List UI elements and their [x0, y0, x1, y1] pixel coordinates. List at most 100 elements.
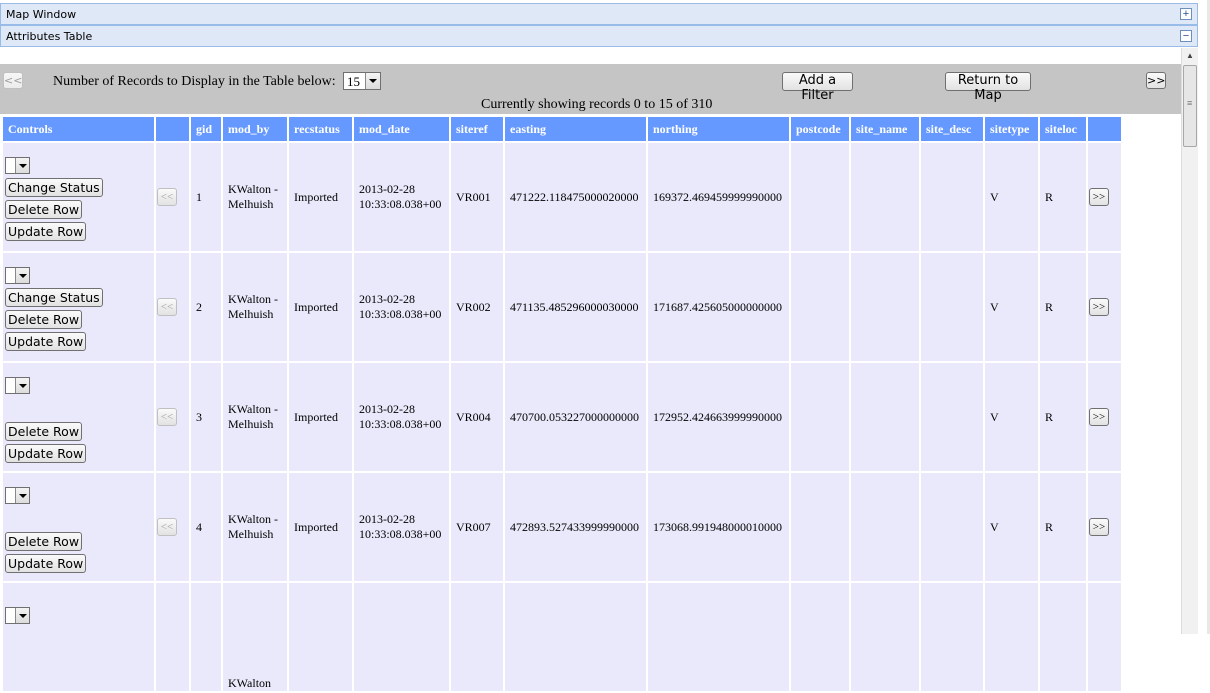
cell-easting: 470700.053227000000000 — [505, 363, 646, 471]
cell-recstatus: Imported — [289, 473, 352, 581]
attributes-table: Controls gid mod_by recstatus mod_date sitere… — [1, 115, 1123, 693]
cell-siteref: VR007 — [451, 473, 503, 581]
row-prev-cell: << — [156, 473, 189, 581]
cell-siteloc: R — [1040, 143, 1086, 251]
cell-siteref — [451, 583, 503, 691]
cell-site_name — [851, 253, 919, 361]
row-status-select[interactable] — [5, 487, 30, 504]
row-controls: Change Status Delete Row Update Row — [3, 253, 154, 361]
scrollbar-thumb[interactable]: ≡ — [1183, 65, 1197, 147]
row-prev-cell: << — [156, 143, 189, 251]
chevron-down-icon — [365, 73, 380, 89]
table-row: Change Status Delete Row Update Row << 2 KWal… — [3, 253, 1121, 361]
add-filter-button[interactable]: Add a Filter — [782, 72, 853, 103]
cell-sitetype: V — [985, 143, 1038, 251]
column-header: northing — [648, 117, 789, 141]
delete-row-button[interactable]: Delete Row — [5, 532, 83, 551]
row-status-select[interactable] — [5, 377, 30, 394]
cell-northing: 171687.425605000000000 — [648, 253, 789, 361]
cell-site_name — [851, 473, 919, 581]
cell-siteref: VR004 — [451, 363, 503, 471]
records-count-label: Number of Records to Display in the Tabl… — [53, 74, 336, 89]
column-header: easting — [505, 117, 646, 141]
cell-recstatus: Imported — [289, 143, 352, 251]
row-previous-button[interactable]: << — [157, 188, 177, 206]
cell-northing — [648, 583, 789, 691]
row-previous-button[interactable]: << — [157, 408, 177, 426]
cell-sitetype: V — [985, 363, 1038, 471]
records-per-page-select[interactable]: 15 — [343, 72, 381, 90]
minus-icon[interactable]: − — [1180, 30, 1192, 42]
cell-gid: 2 — [191, 253, 221, 361]
delete-row-button[interactable]: Delete Row — [5, 200, 83, 219]
chevron-down-icon — [15, 158, 29, 173]
change-status-button[interactable]: Change Status — [5, 288, 103, 307]
delete-row-button[interactable]: Delete Row — [5, 422, 83, 441]
row-status-select[interactable] — [5, 157, 30, 174]
table-header-row: Controls gid mod_by recstatus mod_date sitere… — [3, 117, 1121, 141]
column-header: gid — [191, 117, 221, 141]
update-row-button[interactable]: Update Row — [5, 222, 87, 241]
update-row-button[interactable]: Update Row — [5, 554, 87, 573]
cell-postcode — [791, 583, 849, 691]
cell-gid: 3 — [191, 363, 221, 471]
cell-recstatus: Imported — [289, 253, 352, 361]
chevron-down-icon — [15, 608, 29, 623]
cell-mod_by: KWalton - Melhuish — [223, 253, 287, 361]
plus-icon[interactable]: + — [1180, 8, 1192, 20]
map-window-panel-header[interactable]: Map Window + — [0, 3, 1198, 25]
cell-easting — [505, 583, 646, 691]
attributes-table-panel-header[interactable]: Attributes Table − — [0, 25, 1198, 47]
cell-site_desc — [921, 473, 983, 581]
row-next-button[interactable]: >> — [1089, 298, 1109, 316]
cell-mod_date: 2013-02-28 10:33:08.038+00 — [354, 253, 449, 361]
cell-gid: 4 — [191, 473, 221, 581]
cell-mod_date: 2013-02-28 10:33:08.038+00 — [354, 473, 449, 581]
column-header: mod_by — [223, 117, 287, 141]
row-previous-button[interactable]: << — [157, 518, 177, 536]
row-controls: Delete Row Update Row — [3, 363, 154, 471]
row-status-select[interactable] — [5, 267, 30, 284]
column-header: Controls — [3, 117, 154, 141]
cell-siteloc: R — [1040, 473, 1086, 581]
row-controls: Delete Row Update Row — [3, 473, 154, 581]
update-row-button[interactable]: Update Row — [5, 444, 87, 463]
column-header: siteref — [451, 117, 503, 141]
cell-site_desc — [921, 583, 983, 691]
row-next-cell: >> — [1088, 143, 1121, 251]
cell-sitetype: V — [985, 253, 1038, 361]
cell-site_desc — [921, 143, 983, 251]
table-row: Change Status Delete Row Update Row << 1 KWal… — [3, 143, 1121, 251]
cell-mod_by: KWalton - Melhuish — [223, 473, 287, 581]
cell-site_name — [851, 143, 919, 251]
row-next-button[interactable]: >> — [1089, 518, 1109, 536]
cell-mod_by: KWalton — [223, 583, 287, 691]
row-next-cell — [1088, 583, 1121, 691]
row-status-select[interactable] — [5, 607, 30, 624]
change-status-button[interactable]: Change Status — [5, 178, 103, 197]
delete-row-button[interactable]: Delete Row — [5, 310, 83, 329]
return-to-map-button[interactable]: Return to Map — [945, 72, 1031, 103]
previous-page-button[interactable]: << — [3, 72, 23, 89]
update-row-button[interactable]: Update Row — [5, 332, 87, 351]
row-controls: Change Status Delete Row Update Row — [3, 143, 154, 251]
cell-easting: 471135.485296000030000 — [505, 253, 646, 361]
cell-mod_date: 2013-02-28 10:33:08.038+00 — [354, 363, 449, 471]
cell-mod_by: KWalton - Melhuish — [223, 363, 287, 471]
vertical-scrollbar[interactable]: ▲ ≡ — [1181, 48, 1198, 634]
cell-mod_date: 2013-02-28 10:33:08.038+00 — [354, 143, 449, 251]
scroll-up-arrow[interactable]: ▲ — [1182, 48, 1198, 64]
column-header: siteloc — [1040, 117, 1086, 141]
row-previous-button[interactable]: << — [157, 298, 177, 316]
cell-postcode — [791, 143, 849, 251]
row-controls — [3, 583, 154, 691]
next-page-button[interactable]: >> — [1146, 72, 1166, 89]
row-next-button[interactable]: >> — [1089, 408, 1109, 426]
cell-recstatus: Imported — [289, 363, 352, 471]
attributes-table-title: Attributes Table — [6, 30, 93, 43]
cell-siteref: VR001 — [451, 143, 503, 251]
row-next-button[interactable]: >> — [1089, 188, 1109, 206]
cell-site_desc — [921, 363, 983, 471]
cell-gid: 1 — [191, 143, 221, 251]
row-prev-cell: << — [156, 363, 189, 471]
